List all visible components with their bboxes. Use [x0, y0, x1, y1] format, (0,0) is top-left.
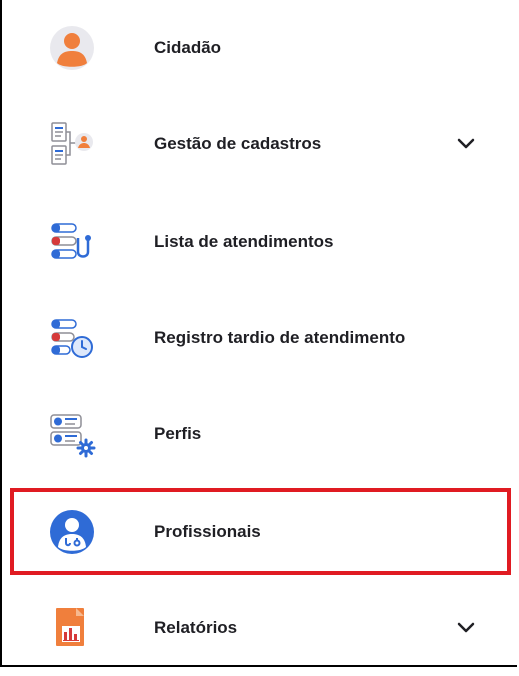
citizen-icon	[48, 24, 96, 72]
menu-item-registro-tardio[interactable]: Registro tardio de atendimento	[2, 290, 517, 386]
chevron-down-icon[interactable]	[454, 132, 478, 156]
appointments-list-icon	[48, 218, 96, 266]
menu-item-perfis[interactable]: Perfis	[2, 386, 517, 482]
menu-item-label: Lista de atendimentos	[154, 232, 334, 251]
menu-item-label: Relatórios	[154, 618, 238, 637]
menu-item-gestao-cadastros[interactable]: Gestão de cadastros	[2, 96, 517, 192]
menu-item-lista-atendimentos[interactable]: Lista de atendimentos	[2, 194, 517, 290]
late-registration-icon	[48, 314, 96, 362]
menu-item-label: Perfis	[154, 424, 202, 443]
registration-management-icon	[48, 120, 96, 168]
menu-item-label: Registro tardio de atendimento	[154, 328, 406, 347]
chevron-down-icon[interactable]	[454, 616, 478, 640]
reports-icon	[48, 604, 96, 652]
menu-item-relatorios[interactable]: Relatórios	[2, 580, 517, 676]
menu-item-label: Gestão de cadastros	[154, 134, 322, 153]
menu-item-label: Cidadão	[154, 38, 222, 57]
professionals-icon	[48, 508, 96, 556]
menu-item-profissionais[interactable]: Profissionais	[2, 484, 517, 580]
profiles-icon	[48, 410, 96, 458]
menu-item-label: Profissionais	[154, 522, 261, 541]
menu-item-cidadao[interactable]: Cidadão	[2, 0, 517, 96]
